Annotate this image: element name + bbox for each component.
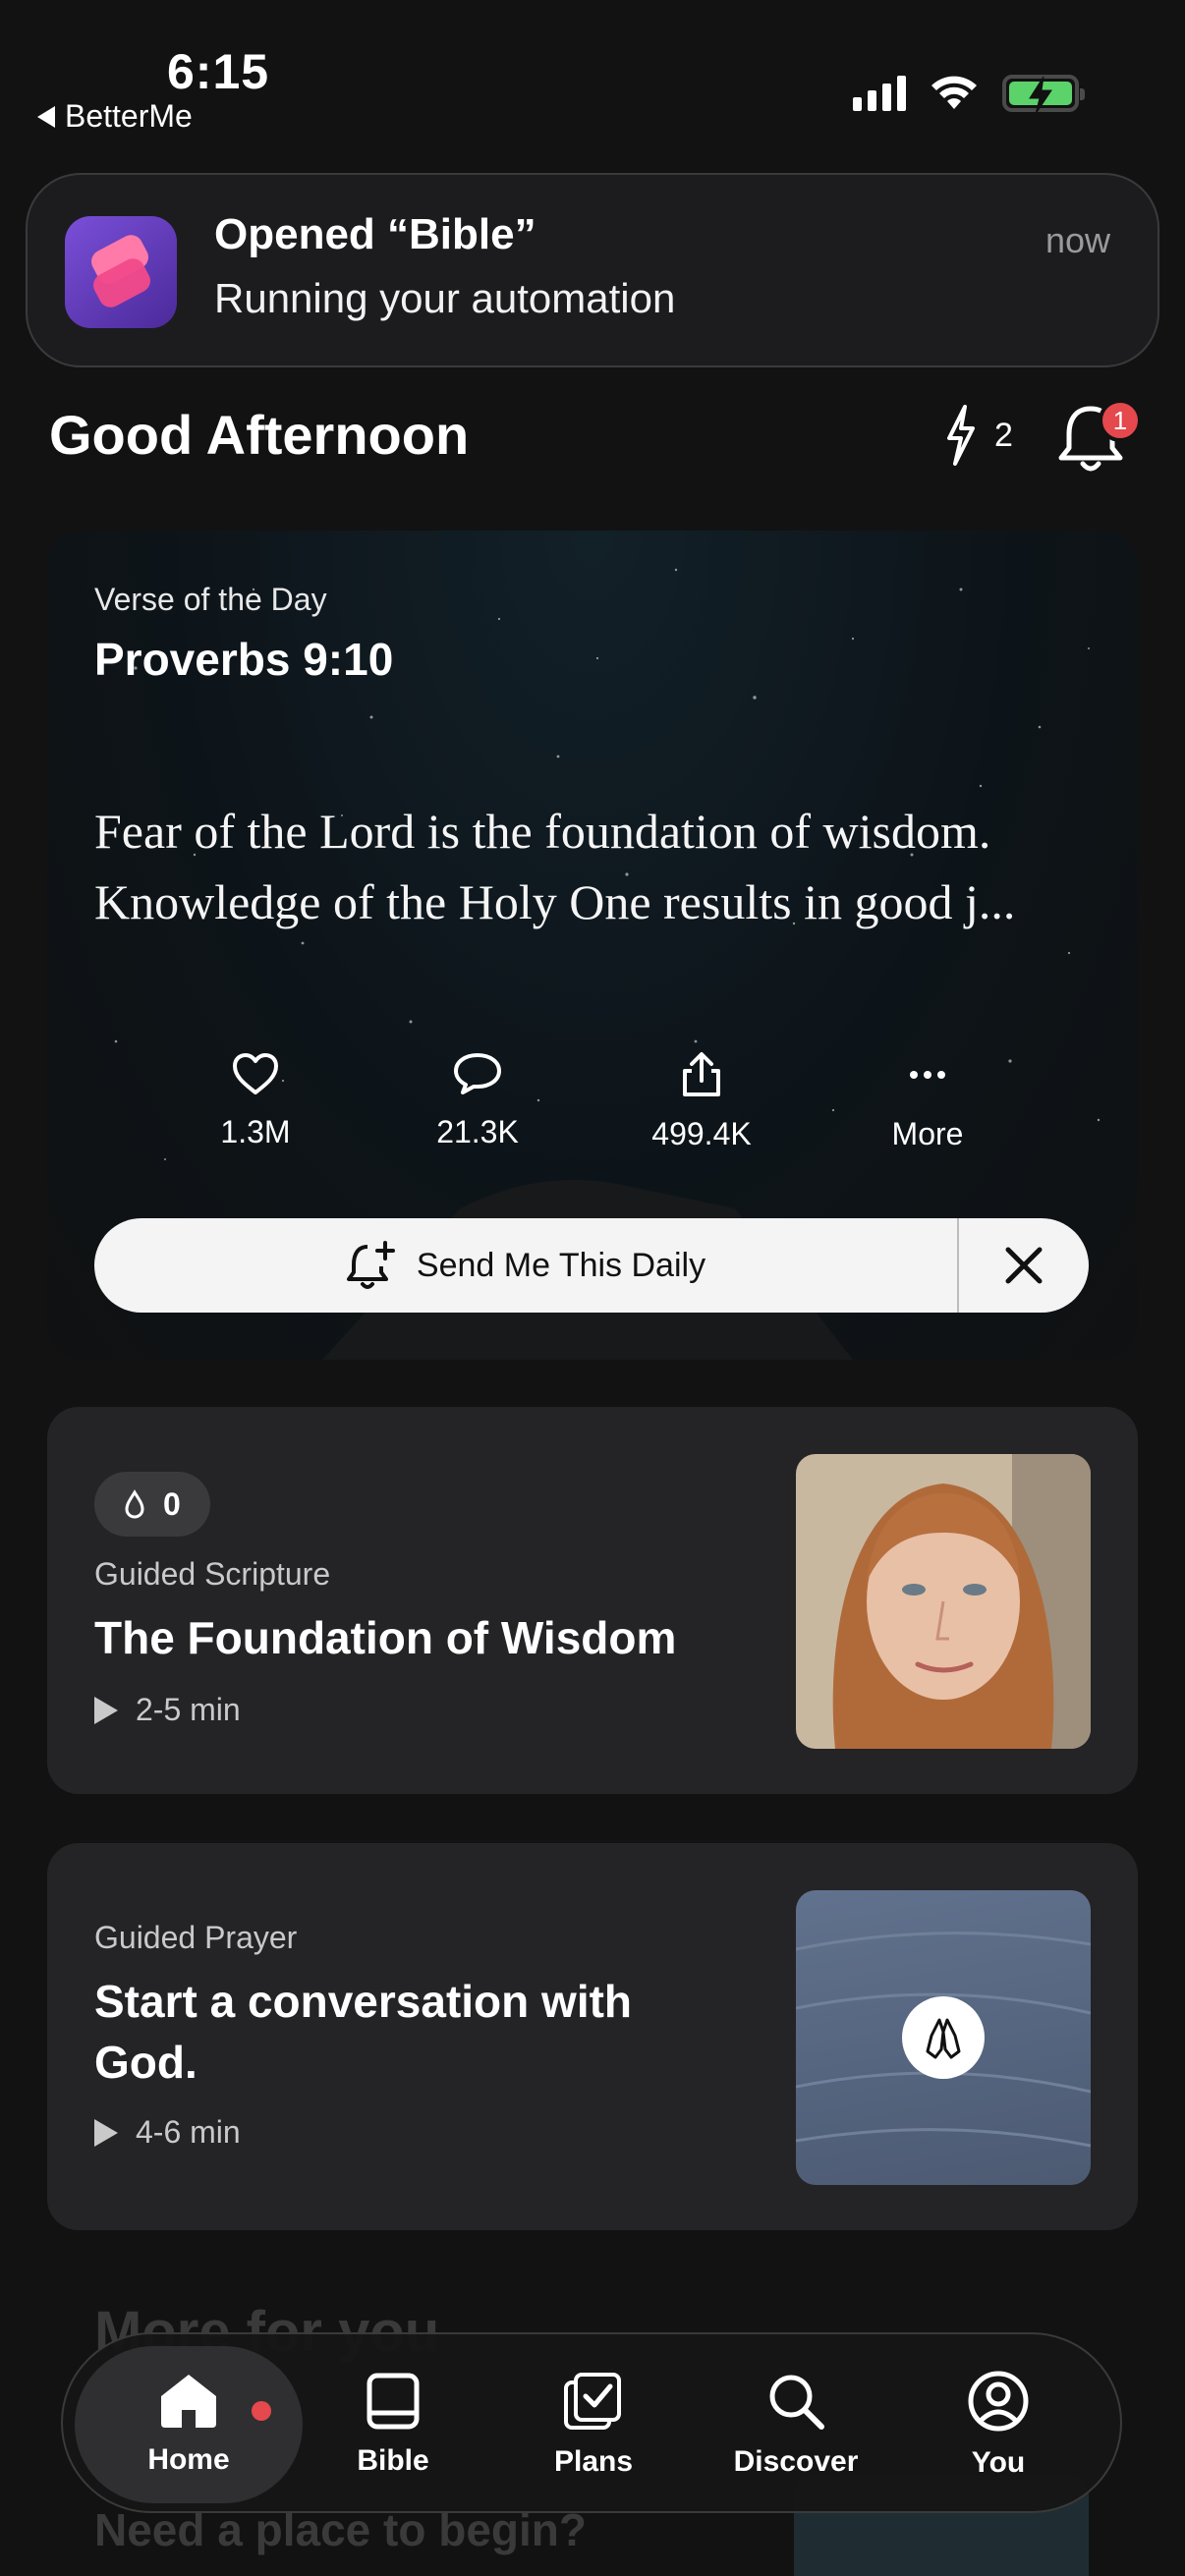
heart-icon [233, 1053, 278, 1094]
send-me-this-daily-label: Send Me This Daily [416, 1246, 706, 1284]
more-label: More [891, 1116, 964, 1151]
send-daily-pill: Send Me This Daily [94, 1218, 1089, 1313]
notification-time: now [1044, 220, 1110, 260]
guided-prayer-card[interactable]: Guided Prayer Start a conversation with … [47, 1843, 1138, 2230]
bible-icon [367, 2373, 420, 2430]
back-arrow-icon [37, 105, 55, 128]
dismiss-send-daily-button[interactable] [959, 1218, 1089, 1313]
guided-scripture-title: The Foundation of Wisdom [94, 1612, 677, 1663]
tab-discover-label: Discover [733, 2445, 859, 2478]
guided-scripture-card[interactable]: 0 Guided Scripture The Foundation of Wis… [47, 1407, 1138, 1794]
tab-you-label: You [971, 2446, 1026, 2479]
tab-home-label: Home [147, 2443, 230, 2476]
like-button[interactable]: 1.3M [157, 1051, 354, 1150]
guided-prayer-duration-text: 4-6 min [136, 2114, 241, 2150]
scripture-streak-pill: 0 [94, 1472, 210, 1537]
tab-bible[interactable]: Bible [295, 2334, 491, 2515]
bottom-tab-bar: Home Bible Plans Discover You [61, 2332, 1122, 2513]
notification-badge: 1 [1099, 399, 1142, 442]
votd-verse-text[interactable]: Fear of the Lord is the foundation of wi… [94, 796, 1106, 937]
share-button[interactable]: 499.4K [603, 1051, 800, 1152]
votd-verse-line-2: Knowledge of the Holy One results in goo… [94, 874, 1016, 929]
scripture-streak-count: 0 [163, 1485, 181, 1522]
bell-plus-icon [346, 1241, 395, 1289]
tab-plans-label: Plans [553, 2445, 634, 2478]
comment-icon [454, 1053, 501, 1094]
home-unread-dot [252, 2401, 271, 2421]
more-button[interactable]: More [829, 1051, 1026, 1152]
share-icon [683, 1052, 720, 1096]
lightning-icon [947, 405, 975, 466]
streak-count: 2 [994, 416, 1013, 454]
like-count: 1.3M [220, 1114, 291, 1149]
guided-scripture-duration: 2-5 min [94, 1692, 241, 1728]
guided-scripture-duration-text: 2-5 min [136, 1692, 241, 1727]
votd-verse-line-1: Fear of the Lord is the foundation of wi… [94, 804, 991, 859]
status-time: 6:15 [167, 44, 270, 99]
play-icon [94, 1696, 118, 1724]
back-app-label: BetterMe [65, 98, 193, 134]
close-icon [1005, 1247, 1043, 1284]
guided-prayer-title: Start a conversation with God. [94, 1976, 633, 2088]
back-to-app-link[interactable]: BetterMe [37, 98, 193, 135]
play-icon [94, 2118, 118, 2147]
tab-bible-label: Bible [357, 2444, 429, 2477]
tab-home[interactable]: Home [75, 2346, 303, 2503]
comment-button[interactable]: 21.3K [379, 1051, 576, 1150]
votd-actions: 1.3M 21.3K 499.4K More [47, 1051, 1138, 1189]
tab-you[interactable]: You [900, 2334, 1097, 2515]
guided-scripture-thumbnail [796, 1454, 1091, 1749]
shortcuts-app-icon [65, 216, 177, 328]
home-icon [161, 2375, 216, 2428]
profile-icon [968, 2371, 1029, 2432]
share-count: 499.4K [651, 1116, 752, 1151]
votd-label: Verse of the Day [94, 582, 327, 617]
notification-title: Opened “Bible” [214, 210, 536, 258]
guided-scripture-kind: Guided Scripture [94, 1556, 331, 1592]
tab-plans[interactable]: Plans [495, 2334, 692, 2515]
drop-icon [125, 1489, 144, 1519]
search-icon [769, 2375, 824, 2430]
tab-discover[interactable]: Discover [698, 2334, 894, 2515]
votd-reference[interactable]: Proverbs 9:10 [94, 633, 393, 686]
comment-count: 21.3K [436, 1114, 519, 1149]
battery-icon [1002, 75, 1085, 115]
status-icons [853, 75, 1085, 115]
guided-prayer-duration: 4-6 min [94, 2114, 241, 2151]
guided-prayer-thumbnail [796, 1890, 1091, 2185]
page-title: Good Afternoon [49, 404, 470, 466]
cellular-signal-icon [853, 76, 906, 111]
notification-banner[interactable]: Opened “Bible” Running your automation n… [26, 173, 1159, 367]
notification-subtitle: Running your automation [214, 275, 676, 321]
send-me-this-daily-button[interactable]: Send Me This Daily [94, 1218, 957, 1313]
more-dots-icon [910, 1071, 945, 1079]
guided-prayer-kind: Guided Prayer [94, 1920, 298, 1955]
streak-button[interactable]: 2 [941, 403, 1013, 468]
wifi-icon [931, 76, 977, 109]
verse-of-the-day-card[interactable]: Verse of the Day Proverbs 9:10 Fear of t… [47, 531, 1138, 1360]
praying-hands-icon [902, 1996, 985, 2079]
plans-icon [564, 2373, 621, 2430]
